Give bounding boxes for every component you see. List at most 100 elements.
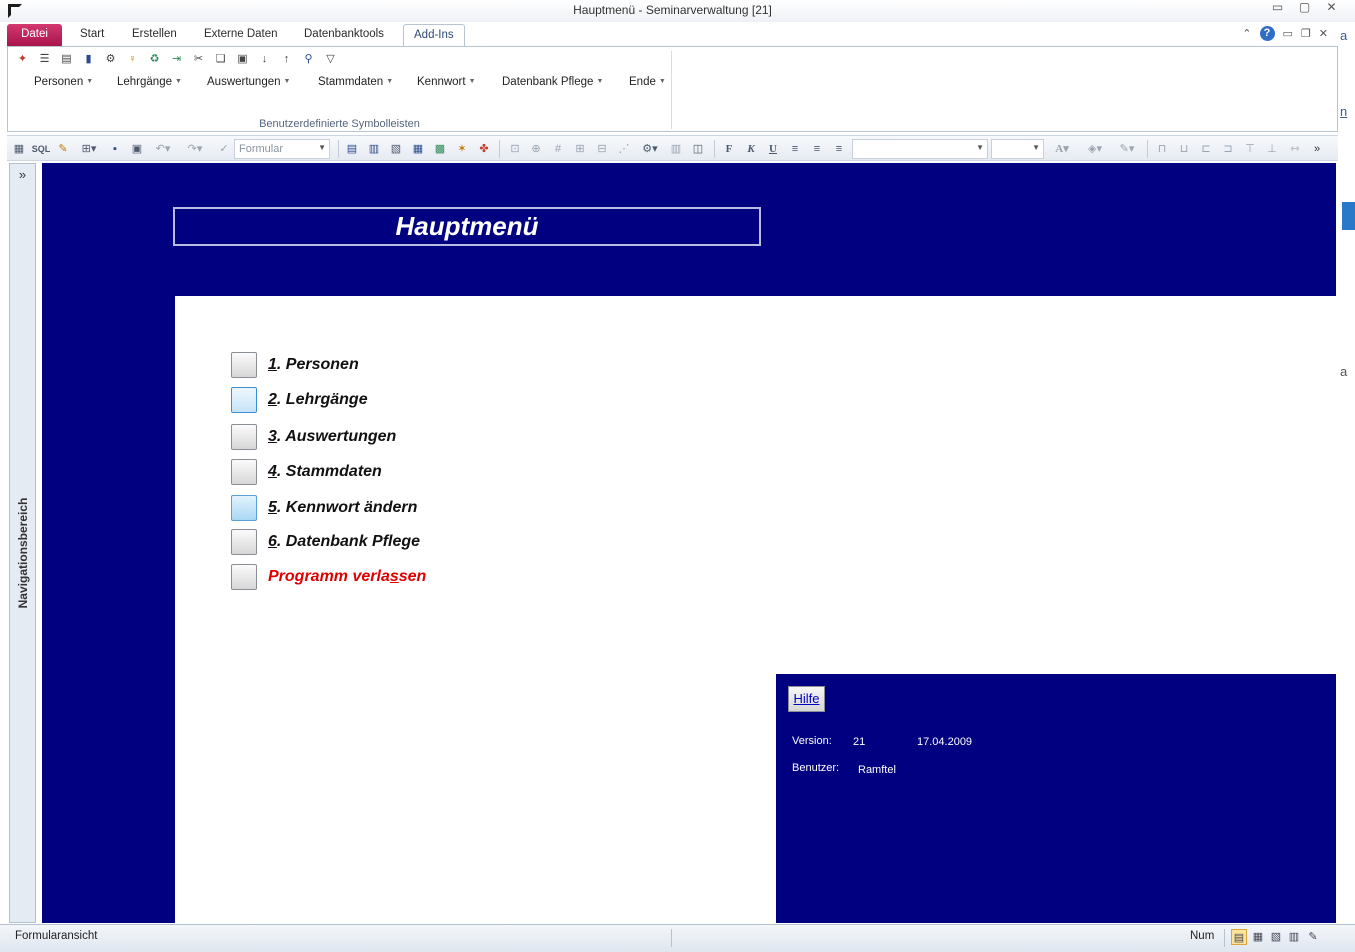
tab-datei[interactable]: Datei — [7, 24, 62, 46]
help-icon[interactable]: ? — [1259, 26, 1275, 41]
menu-personen[interactable]: Personen ▼ — [34, 76, 93, 88]
properties-icon[interactable]: ▦ — [410, 141, 426, 157]
menu-lehrgaenge[interactable]: Lehrgänge ▼ — [117, 76, 182, 88]
menu-kennwort[interactable]: Kennwort ▼ — [417, 76, 476, 88]
exit-button[interactable] — [231, 564, 257, 590]
form-view-icon[interactable]: ▤ — [1231, 929, 1247, 945]
align-bottom-icon[interactable]: ⊥ — [1264, 141, 1280, 157]
auswertungen-button[interactable] — [231, 424, 257, 450]
lehrgaenge-label: 2. Lehrgänge — [268, 391, 368, 409]
wizard-icon[interactable]: ✶ — [454, 141, 470, 157]
document-icon[interactable]: ▤ — [58, 52, 75, 67]
design-view-icon[interactable]: ✎ — [1305, 929, 1321, 945]
doc-close-icon[interactable]: ✕ — [1319, 27, 1328, 40]
size-icon[interactable]: ⊟ — [594, 141, 610, 157]
kennwort-hotkey: 5 — [268, 499, 277, 516]
bold-button[interactable]: F — [721, 141, 737, 157]
menu-datenbank-pflege[interactable]: Datenbank Pflege ▼ — [502, 76, 603, 88]
sql-icon[interactable]: SQL — [31, 141, 51, 157]
form-title: Hauptmenü — [173, 207, 761, 246]
navigation-pane[interactable]: » Navigationsbereich — [9, 163, 36, 923]
layout-icon[interactable]: ⊞▾ — [77, 141, 101, 157]
kennwort-button[interactable] — [231, 495, 257, 521]
align-right-objects-icon[interactable]: ⊐ — [1220, 141, 1236, 157]
stammdaten-button[interactable] — [231, 459, 257, 485]
paste-icon[interactable]: ▣ — [234, 52, 251, 67]
group-icon[interactable]: ⊕ — [528, 141, 544, 157]
copy-icon[interactable]: ❏ — [212, 52, 229, 67]
datasheet-view-icon[interactable]: ▦ — [1250, 929, 1266, 945]
field-list-icon[interactable]: ▧ — [388, 141, 404, 157]
database-icon[interactable]: ▮ — [80, 52, 97, 67]
font-size-combo[interactable]: ▼ — [991, 139, 1044, 159]
tab-externe-daten[interactable]: Externe Daten — [194, 24, 288, 46]
doc-minimize-icon[interactable]: ▭ — [1283, 27, 1293, 40]
book-icon[interactable]: ◫ — [690, 141, 706, 157]
subform-icon[interactable]: ▥ — [366, 141, 382, 157]
minimize-button[interactable]: ▭ — [1264, 0, 1291, 16]
expand-nav-icon[interactable]: » — [10, 167, 35, 182]
sort-descending-icon[interactable]: ↑ — [278, 52, 295, 67]
align-left-icon[interactable]: ≡ — [787, 141, 803, 157]
report-icon[interactable]: ☰ — [36, 52, 53, 67]
refresh-icon[interactable]: ♻ — [146, 52, 163, 67]
cut-icon[interactable]: ✂ — [190, 52, 207, 67]
align-top-icon[interactable]: ⊤ — [1242, 141, 1258, 157]
key-icon[interactable]: ♀ — [124, 52, 141, 67]
help-button[interactable]: Hilfe — [788, 686, 825, 712]
object-combo[interactable]: Formular ▼ — [234, 139, 330, 159]
spacing-icon[interactable]: ⇿ — [1286, 141, 1304, 157]
chart-icon[interactable]: ▥ — [668, 141, 684, 157]
tab-start[interactable]: Start — [70, 24, 114, 46]
tab-order-icon[interactable]: ⋰ — [616, 141, 632, 157]
maximize-button[interactable]: ▢ — [1291, 0, 1318, 16]
save-as-icon[interactable]: ▣ — [129, 141, 145, 157]
underline-button[interactable]: U — [765, 141, 781, 157]
tools-icon[interactable]: ⚙ — [102, 52, 119, 67]
collapse-ribbon-icon[interactable]: ⌃ — [1242, 27, 1251, 40]
tab-datenbanktools[interactable]: Datenbanktools — [294, 24, 394, 46]
line-color-icon[interactable]: ✎▾ — [1113, 141, 1141, 157]
build-icon[interactable]: ✤ — [476, 141, 492, 157]
align-left-objects-icon[interactable]: ⊏ — [1198, 141, 1214, 157]
tab-add-ins[interactable]: Add-Ins — [403, 24, 465, 46]
datenbank-pflege-button[interactable] — [231, 529, 257, 555]
relationships-icon[interactable]: ✦ — [14, 52, 31, 67]
align-icon[interactable]: ⊞ — [572, 141, 588, 157]
form-icon[interactable]: ▤ — [344, 141, 360, 157]
insert-icon[interactable]: ⊡ — [507, 141, 523, 157]
grid-icon[interactable]: # — [550, 141, 566, 157]
doc-restore-icon[interactable]: ❐ — [1301, 27, 1311, 40]
controls-icon[interactable]: ⚙▾ — [638, 141, 662, 157]
redo-icon[interactable]: ↷▾ — [183, 141, 207, 157]
pivot-table-view-icon[interactable]: ▧ — [1268, 929, 1284, 945]
menu-stammdaten[interactable]: Stammdaten ▼ — [318, 76, 393, 88]
undo-icon[interactable]: ↶▾ — [151, 141, 175, 157]
align-right-icon[interactable]: ≡ — [831, 141, 847, 157]
filter-icon[interactable]: ▽ — [322, 52, 339, 67]
close-button[interactable]: ✕ — [1318, 0, 1345, 16]
view-icon[interactable]: ▦ — [11, 141, 27, 157]
align-center-icon[interactable]: ≡ — [809, 141, 825, 157]
menu-ende[interactable]: Ende ▼ — [629, 76, 666, 88]
toolbar-overflow-icon[interactable]: » — [1310, 141, 1324, 157]
save-icon[interactable]: ▪ — [107, 141, 123, 157]
menu-auswertungen[interactable]: Auswertungen ▼ — [207, 76, 290, 88]
tab-erstellen[interactable]: Erstellen — [122, 24, 187, 46]
info-panel: Hilfe Version: 21 17.04.2009 Benutzer: R… — [776, 674, 1336, 923]
exit-icon[interactable]: ⇥ — [168, 52, 185, 67]
font-color-button[interactable]: A▾ — [1049, 141, 1075, 157]
italic-button[interactable]: K — [743, 141, 759, 157]
send-back-icon[interactable]: ⊔ — [1176, 141, 1192, 157]
format-painter-icon[interactable]: ✓ — [215, 141, 233, 157]
font-name-combo[interactable]: ▼ — [852, 139, 988, 159]
sort-ascending-icon[interactable]: ↓ — [256, 52, 273, 67]
pivot-chart-view-icon[interactable]: ▥ — [1286, 929, 1302, 945]
find-icon[interactable]: ⚲ — [300, 52, 317, 67]
lehrgaenge-button[interactable] — [231, 387, 257, 413]
fill-color-icon[interactable]: ◈▾ — [1081, 141, 1109, 157]
bring-front-icon[interactable]: ⊓ — [1154, 141, 1170, 157]
personen-button[interactable] — [231, 352, 257, 378]
code-icon[interactable]: ▩ — [432, 141, 448, 157]
design-icon[interactable]: ✎ — [55, 141, 71, 157]
